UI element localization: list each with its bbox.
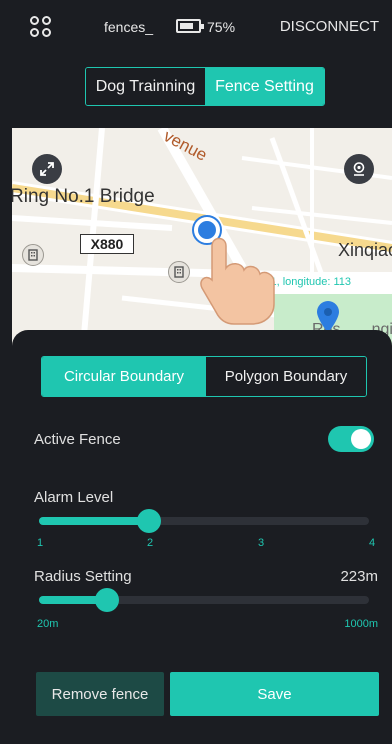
radius-slider[interactable] xyxy=(39,588,369,612)
boundary-tabs: Circular Boundary Polygon Boundary xyxy=(41,356,367,397)
alarm-level-slider-thumb[interactable] xyxy=(137,509,161,533)
tab-polygon-boundary[interactable]: Polygon Boundary xyxy=(206,357,366,396)
battery-percent: 75% xyxy=(207,19,236,35)
radius-max-label: 1000m xyxy=(344,618,378,630)
tap-hand-icon xyxy=(200,237,275,325)
expand-map-icon[interactable] xyxy=(32,154,62,184)
bridge-label: Ring No.1 Bridge xyxy=(12,186,155,207)
tab-fence-setting[interactable]: Fence Setting xyxy=(205,68,324,105)
alarm-tick-2: 2 xyxy=(147,537,154,549)
disconnect-button[interactable]: DISCONNECT xyxy=(280,18,379,35)
active-fence-label: Active Fence xyxy=(34,431,121,448)
grid-menu-icon[interactable] xyxy=(30,16,52,38)
radius-setting-label: Radius Setting xyxy=(34,568,132,585)
place-label: Xinqiao xyxy=(338,240,392,260)
battery-icon xyxy=(176,19,204,33)
active-fence-toggle[interactable] xyxy=(328,426,374,452)
radius-value: 223m xyxy=(340,568,378,585)
radius-slider-thumb[interactable] xyxy=(95,588,120,612)
tab-dog-training[interactable]: Dog Trainning xyxy=(86,68,205,105)
save-button[interactable]: Save xyxy=(170,672,379,716)
fence-settings-panel: Circular Boundary Polygon Boundary Activ… xyxy=(12,330,392,744)
locate-icon[interactable] xyxy=(344,154,374,184)
alarm-tick-1: 1 xyxy=(37,537,44,549)
tab-circular-boundary[interactable]: Circular Boundary xyxy=(42,357,206,396)
building-icon xyxy=(22,244,44,266)
radius-min-label: 20m xyxy=(37,618,59,630)
alarm-level-slider[interactable] xyxy=(39,509,369,533)
mode-tabs: Dog Trainning Fence Setting xyxy=(85,67,325,106)
alarm-tick-3: 3 xyxy=(258,537,265,549)
alarm-level-label: Alarm Level xyxy=(34,489,114,506)
map-pin-icon xyxy=(317,301,339,333)
alarm-tick-4: 4 xyxy=(369,537,376,549)
top-bar: fences_ 75% DISCONNECT xyxy=(0,0,392,56)
remove-fence-button[interactable]: Remove fence xyxy=(36,672,164,716)
device-name: fences_ xyxy=(104,19,154,35)
road-badge: X880 xyxy=(80,234,134,254)
map-view[interactable]: venue Ring No.1 Bridge Xinqiao Res ngian… xyxy=(12,128,392,358)
